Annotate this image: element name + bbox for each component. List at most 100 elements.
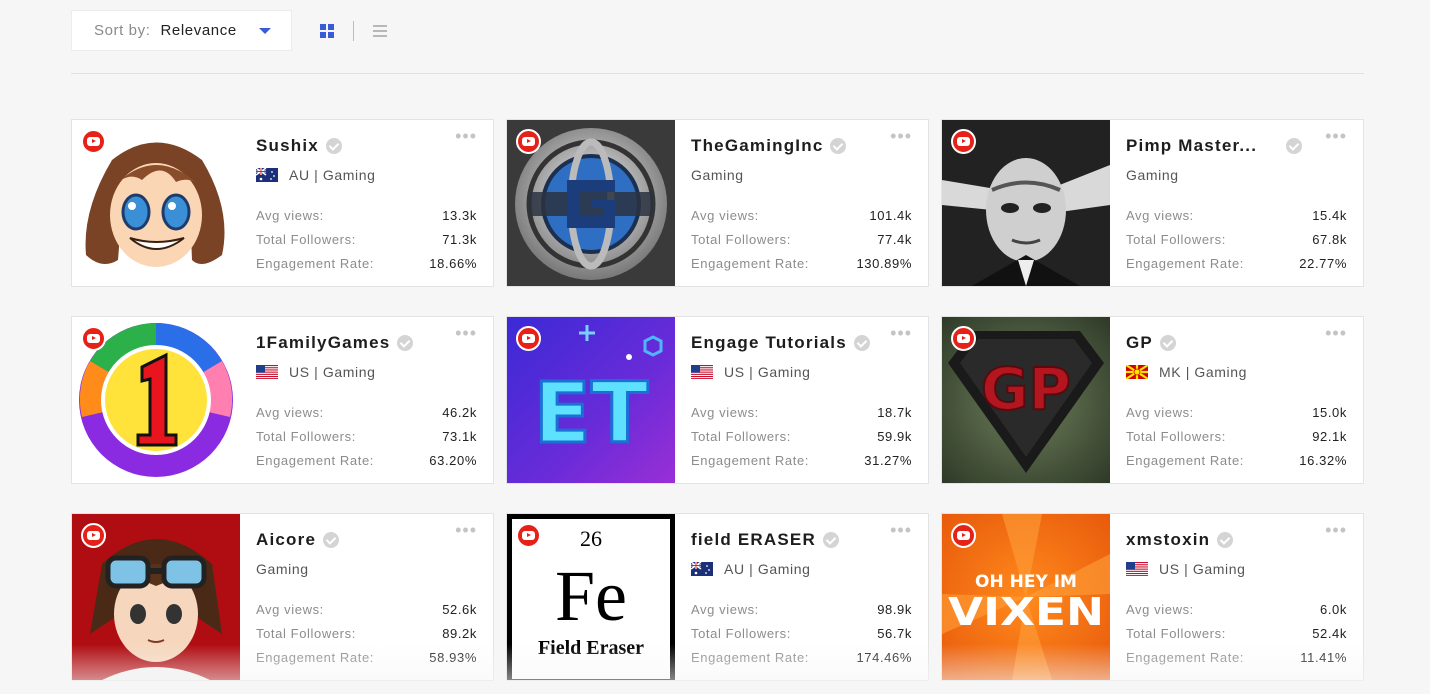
country-category: US | Gaming [289, 364, 376, 380]
stat-label: Avg views: [691, 405, 759, 420]
channel-name[interactable]: Sushix [256, 136, 342, 156]
gp-logo-text: GP [981, 355, 1071, 423]
avatar[interactable] [72, 317, 240, 483]
more-options-icon[interactable]: ••• [890, 324, 912, 342]
more-options-icon[interactable]: ••• [890, 521, 912, 539]
stat-label: Avg views: [256, 208, 324, 223]
influencer-card[interactable]: OH HEY IM VIXEN xmstoxin ••• US | Gaming… [941, 513, 1364, 681]
usa-flag-icon [1126, 562, 1148, 576]
sort-dropdown[interactable]: Sort by: Relevance [71, 10, 292, 51]
grid-view-icon[interactable] [320, 24, 334, 38]
stat-label: Avg views: [1126, 405, 1194, 420]
avatar[interactable]: GP [942, 317, 1110, 483]
channel-meta: Gaming [1126, 167, 1179, 183]
channel-name[interactable]: Engage Tutorials [691, 333, 870, 353]
list-view-icon[interactable] [373, 25, 387, 38]
influencer-card[interactable]: TheGamingInc ••• Gaming Avg views: 101.4k… [506, 119, 929, 287]
channel-meta: AU | Gaming [256, 167, 376, 183]
channel-name[interactable]: TheGamingInc [691, 136, 847, 156]
stats: Avg views: 46.2k Total Followers: 73.1k En… [256, 405, 477, 477]
verified-icon [1217, 532, 1234, 548]
influencer-card[interactable]: ET Engage Tutorials ••• US | Gaming Avg … [506, 316, 929, 484]
avg-views-value: 52.6k [442, 602, 477, 617]
channel-name[interactable]: xmstoxin [1126, 530, 1234, 550]
influencer-card[interactable]: 1FamilyGames ••• US | Gaming Avg views: 4… [71, 316, 494, 484]
influencer-card[interactable]: 26 Fe Field Eraser field ERASER ••• AU |… [506, 513, 929, 681]
engagement-value: 11.41% [1300, 650, 1347, 665]
country-category: Gaming [1126, 167, 1179, 183]
youtube-icon[interactable] [516, 129, 541, 154]
avatar[interactable] [72, 514, 240, 680]
divider [71, 73, 1364, 74]
engagement-value: 18.66% [429, 256, 477, 271]
country-category: Gaming [256, 561, 309, 577]
channel-meta: US | Gaming [256, 364, 376, 380]
stat-label: Engagement Rate: [691, 453, 810, 468]
verified-icon [822, 532, 839, 548]
vixen-line1: OH HEY IM [975, 572, 1077, 592]
stats: Avg views: 15.4k Total Followers: 67.8k En… [1126, 208, 1347, 280]
avg-views-value: 46.2k [442, 405, 477, 420]
channel-name[interactable]: 1FamilyGames [256, 333, 414, 353]
influencer-card[interactable]: GP GP ••• MK | Gaming Avg views: 15.0k To… [941, 316, 1364, 484]
more-options-icon[interactable]: ••• [1325, 324, 1347, 342]
more-options-icon[interactable]: ••• [890, 127, 912, 145]
channel-name[interactable]: GP [1126, 333, 1176, 353]
avatar[interactable] [942, 120, 1110, 286]
channel-name-text: xmstoxin [1126, 530, 1211, 549]
avatar[interactable] [507, 120, 675, 286]
avg-views-value: 98.9k [877, 602, 912, 617]
usa-flag-icon [256, 365, 278, 379]
channel-meta: Gaming [691, 167, 744, 183]
engagement-value: 16.32% [1299, 453, 1347, 468]
element-number: 26 [580, 526, 602, 551]
stat-label: Avg views: [1126, 208, 1194, 223]
channel-meta: Gaming [256, 561, 309, 577]
engagement-value: 22.77% [1299, 256, 1347, 271]
country-category: AU | Gaming [724, 561, 811, 577]
channel-name-text: TheGamingInc [691, 136, 824, 155]
youtube-icon[interactable] [951, 523, 976, 548]
stat-label: Avg views: [1126, 602, 1194, 617]
channel-name-text: GP [1126, 333, 1153, 352]
macedonia-flag-icon [1126, 365, 1148, 379]
element-symbol: Fe [555, 556, 627, 636]
youtube-icon[interactable] [516, 326, 541, 351]
channel-name[interactable]: Aicore [256, 530, 340, 550]
avatar[interactable]: 26 Fe Field Eraser [507, 514, 675, 680]
sort-value: Relevance [160, 22, 237, 39]
influencer-card[interactable]: Aicore ••• Gaming Avg views: 52.6k Total … [71, 513, 494, 681]
youtube-icon[interactable] [951, 129, 976, 154]
more-options-icon[interactable]: ••• [455, 521, 477, 539]
more-options-icon[interactable]: ••• [1325, 521, 1347, 539]
youtube-icon[interactable] [516, 523, 541, 548]
youtube-icon[interactable] [81, 326, 106, 351]
stat-label: Avg views: [256, 602, 324, 617]
stat-label: Total Followers: [691, 626, 791, 641]
followers-value: 71.3k [442, 232, 477, 247]
engagement-value: 63.20% [429, 453, 477, 468]
verified-icon [1286, 138, 1302, 154]
country-category: MK | Gaming [1159, 364, 1248, 380]
country-category: US | Gaming [1159, 561, 1246, 577]
channel-name[interactable]: field ERASER [691, 530, 839, 550]
influencer-card[interactable]: Sushix ••• AU | Gaming Avg views: 13.3k T… [71, 119, 494, 287]
stat-label: Total Followers: [256, 429, 356, 444]
channel-name-text: Engage Tutorials [691, 333, 847, 352]
stats: Avg views: 18.7k Total Followers: 59.9k En… [691, 405, 912, 477]
youtube-icon[interactable] [951, 326, 976, 351]
caret-down-icon [259, 28, 271, 34]
avatar[interactable]: ET [507, 317, 675, 483]
stat-label: Total Followers: [1126, 626, 1226, 641]
avatar[interactable]: OH HEY IM VIXEN [942, 514, 1110, 680]
followers-value: 92.1k [1312, 429, 1347, 444]
more-options-icon[interactable]: ••• [455, 324, 477, 342]
influencer-card[interactable]: Pimp Master... ••• Gaming Avg views: 15.4… [941, 119, 1364, 287]
avatar[interactable] [72, 120, 240, 286]
more-options-icon[interactable]: ••• [1325, 127, 1347, 145]
more-options-icon[interactable]: ••• [455, 127, 477, 145]
youtube-icon[interactable] [81, 129, 106, 154]
youtube-icon[interactable] [81, 523, 106, 548]
channel-name[interactable]: Pimp Master... [1126, 136, 1302, 156]
channel-meta: US | Gaming [1126, 561, 1246, 577]
